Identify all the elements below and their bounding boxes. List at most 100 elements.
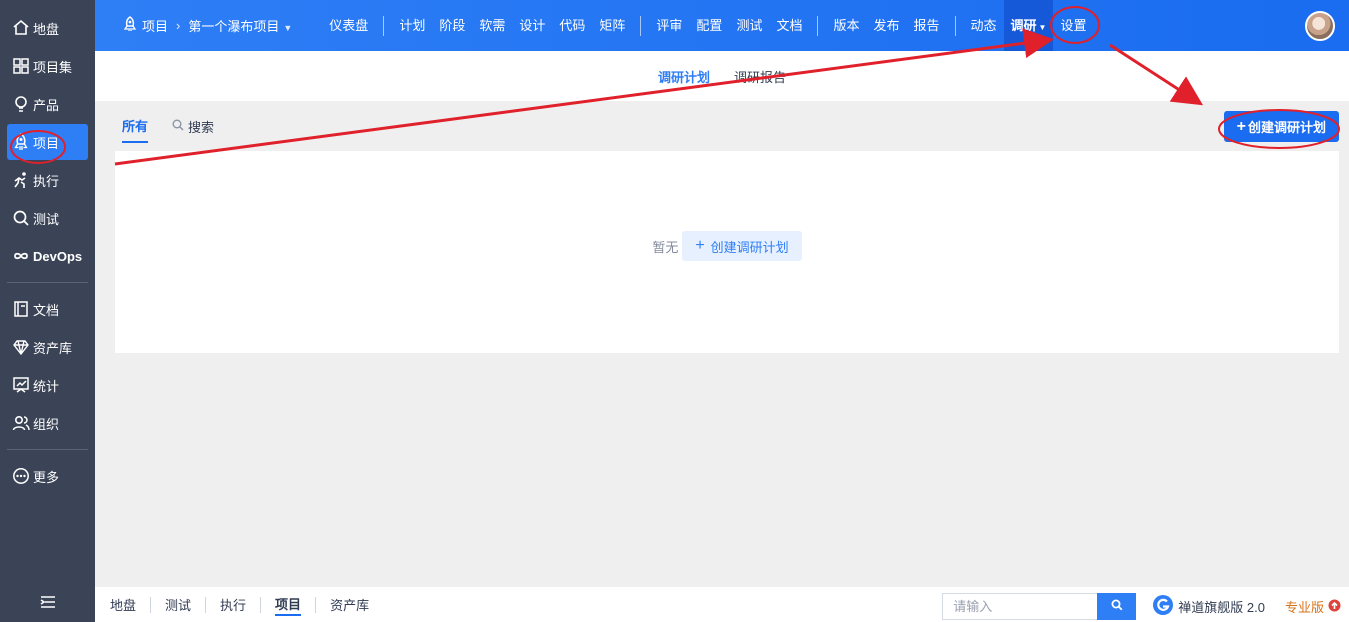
- home-icon: [12, 19, 30, 37]
- nav-item-2-2[interactable]: 测试: [729, 0, 769, 51]
- nav-item-3-1[interactable]: 发布: [866, 0, 906, 51]
- footer-nav-item-1[interactable]: 测试: [165, 595, 191, 614]
- search-icon: [1111, 599, 1123, 614]
- create-button-label: 创建调研计划: [1247, 120, 1326, 135]
- footer-nav-item-0[interactable]: 地盘: [110, 595, 136, 614]
- sidebar-item-7[interactable]: 文档: [7, 291, 88, 327]
- sidebar-item-label: 文档: [33, 302, 60, 318]
- search-toggle[interactable]: 搜索: [172, 117, 214, 136]
- nav-item-label: 软需: [479, 18, 506, 33]
- sub-nav: 调研计划 调研报告: [95, 51, 1349, 101]
- footer-nav-item-4[interactable]: 资产库: [330, 595, 369, 614]
- nav-item-1-4[interactable]: 代码: [552, 0, 592, 51]
- nav-item-4-2[interactable]: 设置: [1053, 0, 1093, 51]
- empty-create-label: 创建调研计划: [710, 239, 789, 255]
- nav-item-1-0[interactable]: 计划: [392, 0, 432, 51]
- sidebar-item-10[interactable]: 组织: [7, 405, 88, 441]
- brand-label: 禅道旗舰版 2.0: [1178, 600, 1265, 615]
- nav-item-label: 评审: [656, 18, 683, 33]
- subnav-item-1[interactable]: 调研报告: [734, 67, 786, 86]
- sidebar-item-label: 项目集: [33, 59, 73, 75]
- sidebar-item-label: 统计: [33, 378, 60, 394]
- nav-item-3-2[interactable]: 报告: [907, 0, 947, 51]
- footer-right: 禅道旗舰版 2.0 专业版: [942, 593, 1341, 620]
- footer-divider: [315, 596, 317, 613]
- menu-collapse-icon[interactable]: [0, 595, 95, 614]
- sidebar-item-8[interactable]: 资产库: [7, 329, 88, 365]
- rocket-icon: [123, 16, 137, 35]
- sidebar-divider: [7, 449, 88, 450]
- nav-item-label: 计划: [399, 18, 426, 33]
- chevron-right-icon: ›: [176, 18, 181, 33]
- nav-item-label: 版本: [833, 18, 860, 33]
- nav-item-label: 设计: [519, 18, 546, 33]
- empty-create-button[interactable]: + 创建调研计划: [682, 231, 802, 261]
- footer-nav-item-3[interactable]: 项目: [275, 594, 302, 616]
- left-sidebar: 地盘项目集产品项目执行测试 DevOps 文档资产库统计组织 更多: [0, 0, 95, 622]
- module-label: 项目: [142, 19, 169, 34]
- top-navbar: 项目 › 第一个瀑布项目 ▼ 仪表盘 计划 阶段 软需 设计 代码 矩阵 评审 配置 测试 文档 版本发…: [95, 0, 1349, 51]
- nav-item-2-1[interactable]: 配置: [689, 0, 729, 51]
- footer-search-input[interactable]: [942, 593, 1098, 620]
- brand[interactable]: 禅道旗舰版 2.0: [1152, 594, 1265, 619]
- sidebar-item-label: 地盘: [33, 21, 60, 37]
- run-icon: [12, 171, 30, 189]
- footer-divider: [260, 596, 262, 613]
- nav-item-1-5[interactable]: 矩阵: [592, 0, 632, 51]
- sidebar-item-1[interactable]: 项目集: [7, 48, 88, 84]
- nav-item-label: 动态: [970, 18, 997, 33]
- plus-icon: +: [695, 237, 705, 254]
- project-name: 第一个瀑布项目: [188, 19, 280, 34]
- project-switcher[interactable]: 第一个瀑布项目 ▼: [188, 16, 292, 35]
- sidebar-item-4[interactable]: 执行: [7, 162, 88, 198]
- empty-state: 暂无 + 创建调研计划: [115, 231, 1339, 261]
- nav-item-label: 阶段: [439, 18, 466, 33]
- module-link[interactable]: 项目: [123, 16, 168, 35]
- nav-item-0-0[interactable]: 仪表盘: [322, 0, 375, 51]
- nav-item-4-0[interactable]: 动态: [964, 0, 1004, 51]
- diamond-icon: [12, 338, 30, 356]
- nav-item-1-2[interactable]: 软需: [472, 0, 512, 51]
- sidebar-item-11[interactable]: 更多: [7, 458, 88, 494]
- sidebar-item-3[interactable]: 项目: [7, 124, 88, 160]
- zentao-logo-icon: [1152, 594, 1174, 619]
- nav-item-label: 矩阵: [599, 18, 626, 33]
- upgrade-arrow-icon: [1328, 599, 1341, 615]
- edition-badge[interactable]: 专业版: [1285, 597, 1341, 616]
- sidebar-item-9[interactable]: 统计: [7, 367, 88, 403]
- nav-item-4-1[interactable]: 调研 ▼: [1003, 0, 1054, 51]
- rocket-icon: [12, 133, 30, 151]
- edition-label: 专业版: [1284, 600, 1324, 615]
- search-label: 搜索: [188, 119, 215, 135]
- chart-icon: [12, 376, 30, 394]
- caret-down-icon: ▼: [283, 23, 293, 33]
- subnav-item-0[interactable]: 调研计划: [658, 67, 710, 86]
- plus-icon: +: [1236, 117, 1246, 135]
- nav-item-2-0[interactable]: 评审: [649, 0, 689, 51]
- footer-nav-item-2[interactable]: 执行: [220, 595, 246, 614]
- footer-bar: 地盘 测试 执行 项目 资产库 禅道旗舰版 2.0 专业版: [95, 587, 1349, 622]
- infinity-icon: [12, 247, 30, 265]
- footer-search-button[interactable]: [1097, 593, 1137, 620]
- sidebar-item-label: 项目: [33, 135, 60, 151]
- sidebar-item-6[interactable]: DevOps: [7, 238, 88, 274]
- sidebar-item-0[interactable]: 地盘: [7, 10, 88, 46]
- create-research-plan-button[interactable]: + 创建调研计划: [1223, 111, 1339, 142]
- sidebar-item-label: 资产库: [33, 340, 73, 356]
- nav-item-label: 代码: [559, 18, 586, 33]
- search-icon: [12, 209, 30, 227]
- nav-item-1-3[interactable]: 设计: [512, 0, 552, 51]
- tab-all[interactable]: 所有: [122, 110, 149, 143]
- sidebar-item-5[interactable]: 测试: [7, 200, 88, 236]
- avatar[interactable]: [1305, 11, 1335, 41]
- footer-divider: [150, 596, 152, 613]
- sidebar-item-2[interactable]: 产品: [7, 86, 88, 122]
- sidebar-item-label: 更多: [33, 469, 60, 485]
- nav-item-3-0[interactable]: 版本: [826, 0, 866, 51]
- grid-icon: [12, 57, 30, 75]
- nav-item-label: 仪表盘: [329, 18, 369, 33]
- nav-item-2-3[interactable]: 文档: [769, 0, 809, 51]
- nav-item-1-1[interactable]: 阶段: [432, 0, 472, 51]
- nav-divider: [640, 15, 642, 36]
- sidebar-item-label: 执行: [33, 173, 60, 189]
